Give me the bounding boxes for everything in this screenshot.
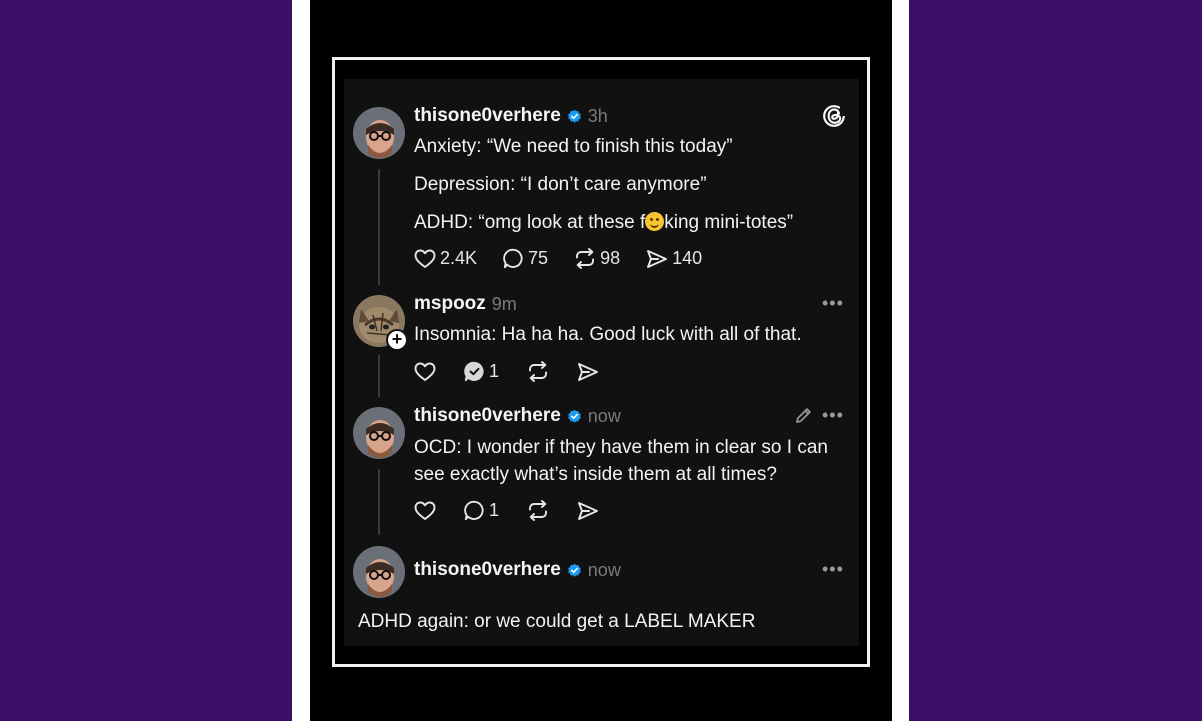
send-icon <box>647 249 668 268</box>
reply-button[interactable]: 1 <box>464 361 499 382</box>
send-icon <box>578 362 598 381</box>
heart-icon <box>414 501 436 520</box>
post-actions: 1 <box>414 500 599 521</box>
post-header: mspooz 9m <box>414 293 517 315</box>
post-time: now <box>587 405 621 426</box>
post-text-segment: ADHD: “omg look at these f <box>414 212 646 233</box>
threads-logo-icon[interactable] <box>823 104 845 133</box>
post-time: now <box>587 559 621 580</box>
verified-badge-icon <box>567 409 581 423</box>
reply-count: 75 <box>528 248 549 268</box>
reply-count: 1 <box>489 361 500 381</box>
more-icon[interactable]: ••• <box>822 560 844 578</box>
post-time: 3h <box>587 105 608 126</box>
avatar[interactable] <box>353 546 405 598</box>
repost-count: 98 <box>600 248 621 268</box>
username[interactable]: mspooz <box>414 293 486 315</box>
post-text-line: ADHD: “omg look at these f king mini-tote… <box>414 209 793 236</box>
verified-badge-icon <box>567 563 581 577</box>
heart-icon <box>414 362 436 381</box>
reply-button[interactable]: 75 <box>503 248 548 269</box>
replied-check-icon <box>464 361 484 382</box>
post-text-line: OCD: I wonder if they have them in clear… <box>414 437 828 458</box>
post-text: Insomnia: Ha ha ha. Good luck with all o… <box>414 324 802 345</box>
send-icon <box>578 501 598 520</box>
thread-line <box>378 355 380 397</box>
post-text-line: Depression: “I don’t care anymore” <box>414 174 707 195</box>
smiling-face-emoji-icon <box>645 212 665 231</box>
like-button[interactable]: 2.4K <box>414 248 477 269</box>
like-button[interactable] <box>414 362 436 382</box>
reply-count: 1 <box>489 500 500 520</box>
follow-plus-icon[interactable]: + <box>386 329 408 351</box>
post-time: 9m <box>491 293 517 314</box>
repost-icon <box>529 361 547 382</box>
post-text: ADHD again: or we could get a LABEL MAKE… <box>358 611 756 632</box>
post-header: thisone0verhere 3h <box>414 105 608 127</box>
thread-line <box>378 169 380 285</box>
reply-bubble-icon <box>464 500 484 521</box>
heart-icon <box>414 249 436 268</box>
username[interactable]: thisone0verhere <box>414 559 561 581</box>
thread-line <box>378 469 380 535</box>
like-count: 2.4K <box>440 248 478 268</box>
more-icon[interactable]: ••• <box>822 406 844 424</box>
post-text-line: see exactly what’s inside them at all ti… <box>414 464 777 485</box>
verified-badge-icon <box>567 109 581 123</box>
post-text-line: Anxiety: “We need to finish this today” <box>414 136 733 157</box>
username[interactable]: thisone0verhere <box>414 405 561 427</box>
share-button[interactable] <box>577 362 599 382</box>
avatar[interactable] <box>353 407 405 459</box>
repost-button[interactable] <box>527 500 549 521</box>
repost-button[interactable] <box>527 361 549 382</box>
post-actions: 1 <box>414 361 599 382</box>
username[interactable]: thisone0verhere <box>414 105 561 127</box>
repost-icon <box>576 248 595 269</box>
repost-button[interactable]: 98 <box>574 248 620 269</box>
like-button[interactable] <box>414 501 436 521</box>
more-icon[interactable]: ••• <box>822 294 844 312</box>
post-text-segment: king mini-totes” <box>664 212 794 233</box>
post-header: thisone0verhere now <box>414 559 621 581</box>
pencil-icon[interactable] <box>794 406 813 430</box>
post-actions: 2.4K 75 98 140 <box>414 248 702 269</box>
reply-bubble-icon <box>503 248 523 269</box>
share-count: 140 <box>672 248 703 268</box>
reply-button[interactable]: 1 <box>464 500 499 521</box>
share-button[interactable] <box>577 501 599 521</box>
share-button[interactable]: 140 <box>646 248 702 269</box>
repost-icon <box>529 500 547 521</box>
thread-card: thisone0verhere 3h Anxiety: “We need to … <box>344 79 859 646</box>
avatar[interactable] <box>353 107 405 159</box>
post-header: thisone0verhere now <box>414 405 621 427</box>
